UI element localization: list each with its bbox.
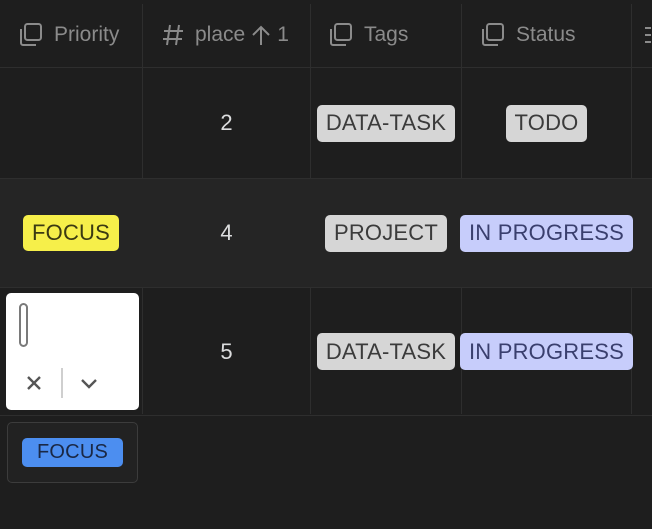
- status-cell[interactable]: TODO: [462, 68, 631, 178]
- table-row: 2 DATA-TASK TODO: [0, 68, 652, 178]
- tag-list-icon: [18, 22, 44, 48]
- place-cell[interactable]: 5: [143, 288, 310, 415]
- priority-cell[interactable]: FOCUS: [0, 179, 142, 287]
- column-header-label: Tags: [364, 23, 409, 46]
- status-cell[interactable]: IN PROGRESS: [460, 179, 634, 287]
- tags-cell[interactable]: DATA-TASK: [311, 68, 461, 178]
- priority-cell[interactable]: [0, 68, 142, 178]
- row-divider: [0, 415, 652, 416]
- priority-cell-editor[interactable]: [6, 293, 139, 410]
- text-caret[interactable]: [19, 303, 28, 347]
- column-menu-icon[interactable]: [645, 24, 652, 46]
- column-header-tags[interactable]: Tags: [328, 4, 408, 66]
- place-cell[interactable]: 2: [143, 68, 310, 178]
- tag-list-icon: [328, 22, 354, 48]
- sort-ascending-icon[interactable]: [251, 24, 271, 46]
- column-header-label: place: [195, 23, 246, 46]
- place-value: 5: [220, 338, 233, 364]
- database-table: Priority place 1 Tags Status 2 DATA-TASK: [0, 0, 652, 529]
- table-row: FOCUS 4 PROJECT IN PROGRESS: [0, 179, 652, 287]
- status-pill: IN PROGRESS: [460, 333, 634, 370]
- tag-pill: DATA-TASK: [316, 104, 456, 142]
- status-pill: TODO: [505, 104, 588, 142]
- column-header-place[interactable]: place 1: [161, 4, 289, 66]
- clear-icon[interactable]: [23, 372, 45, 394]
- chevron-down-icon[interactable]: [78, 372, 100, 394]
- priority-pill: FOCUS: [23, 215, 119, 251]
- column-header-label: Status: [516, 23, 576, 46]
- column-header-label: Priority: [54, 23, 120, 46]
- dropdown-option-focus[interactable]: FOCUS: [22, 438, 123, 467]
- place-cell[interactable]: 4: [143, 179, 310, 287]
- status-cell[interactable]: IN PROGRESS: [460, 288, 634, 415]
- sort-rank: 1: [277, 23, 289, 46]
- tags-cell[interactable]: DATA-TASK: [311, 288, 461, 415]
- column-header-priority[interactable]: Priority: [18, 4, 119, 66]
- place-value: 2: [220, 110, 233, 135]
- editor-divider: [61, 368, 63, 398]
- priority-options-dropdown: FOCUS: [7, 422, 138, 483]
- column-header-status[interactable]: Status: [480, 4, 576, 66]
- status-pill: IN PROGRESS: [460, 214, 634, 252]
- place-value: 4: [220, 220, 233, 245]
- tag-pill: DATA-TASK: [316, 333, 456, 370]
- tag-list-icon: [480, 22, 506, 48]
- tag-pill: PROJECT: [324, 214, 448, 252]
- tags-cell[interactable]: PROJECT: [311, 179, 461, 287]
- hash-icon: [161, 23, 185, 47]
